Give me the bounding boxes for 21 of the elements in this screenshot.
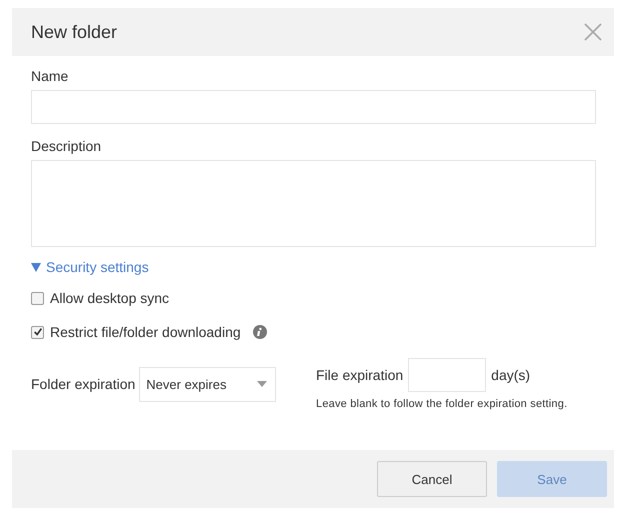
- info-icon[interactable]: [252, 325, 267, 339]
- checkbox-label: Allow desktop sync: [50, 290, 170, 306]
- hint-text: Leave blank to follow the folder expiration setting.: [316, 398, 568, 410]
- field-label: Name: [31, 68, 70, 84]
- days-field[interactable]: [408, 358, 486, 392]
- field-label: Description: [31, 138, 102, 154]
- checkbox[interactable]: [31, 326, 44, 338]
- unit-label: day(s): [491, 367, 530, 383]
- caret-icon: [31, 262, 41, 272]
- caret-icon: [257, 381, 268, 387]
- description-field[interactable]: [31, 160, 596, 247]
- close-icon[interactable]: [584, 23, 602, 41]
- field-label: File expiration: [316, 367, 404, 383]
- cancel-button[interactable]: Cancel: [377, 461, 487, 497]
- field-label: Folder expiration: [31, 376, 136, 392]
- expiration-dropdown[interactable]: Never expires: [139, 366, 276, 402]
- name-field[interactable]: [31, 90, 596, 124]
- security-settings-toggle[interactable]: Security settings: [31, 259, 596, 275]
- checkbox-label: Restrict file/folder downloading: [50, 324, 241, 340]
- dialog-title: New folder: [31, 22, 118, 42]
- checkbox[interactable]: [31, 292, 44, 304]
